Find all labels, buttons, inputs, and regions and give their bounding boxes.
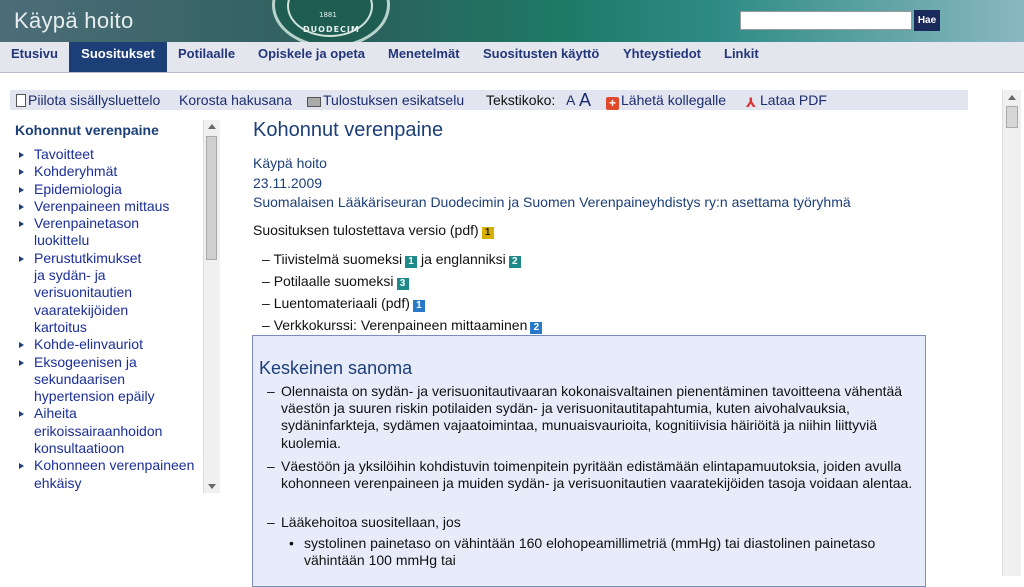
toc-item[interactable]: Perustutkimukset ja sydän- ja verisuonit… — [18, 250, 154, 336]
printer-icon — [307, 97, 321, 107]
bullet-dot: • — [289, 535, 294, 551]
header-banner: Käypä hoito 1881 DUODECIM Hae — [0, 0, 1024, 42]
summary-en-link[interactable]: ja englanniksi — [421, 251, 506, 267]
authors-text: Suomalaisen Lääkäriseuran Duodecimin ja … — [253, 194, 851, 210]
lecture-link[interactable]: Luentomateriaali (pdf) — [274, 295, 410, 311]
subbullet-text: systolinen painetaso on vähintään 160 el… — [304, 535, 876, 569]
patient-link-row: – Potilaalle suomeksi 3 — [262, 273, 409, 290]
toolbar: Piilota sisällysluettelo Korosta hakusan… — [10, 90, 968, 110]
nav-yhteystiedot[interactable]: Yhteystiedot — [623, 42, 701, 72]
nav-suositukset[interactable]: Suositukset — [69, 42, 167, 72]
patient-link[interactable]: Potilaalle suomeksi — [274, 273, 394, 289]
page-icon — [16, 94, 26, 107]
toc-item[interactable]: Aiheita erikoissairaanhoidon konsultaati… — [18, 405, 194, 457]
key-message-box: Keskeinen sanoma – Olennaista on sydän- j… — [252, 335, 926, 587]
download-label: Lataa PDF — [760, 92, 827, 108]
page-title: Kohonnut verenpaine — [253, 119, 444, 141]
site-logo[interactable]: Käypä hoito — [14, 8, 134, 34]
nav-potilaalle[interactable]: Potilaalle — [178, 42, 235, 72]
seal-name: DUODECIM — [303, 25, 360, 34]
nav-etusivu[interactable]: Etusivu — [0, 42, 69, 72]
summary-fi-link[interactable]: Tiivistelmä suomeksi — [273, 251, 402, 267]
toc-item[interactable]: Kohonneen verenpaineen ehkäisy — [18, 457, 199, 492]
lecture-link-row: – Luentomateriaali (pdf) 1 — [262, 295, 425, 312]
printable-label: Suosituksen tulostettava versio (pdf) — [253, 222, 479, 238]
list-dash: – — [267, 514, 275, 530]
summary-links: – Tiivistelmä suomeksi 1 ja englanniksi 2 — [262, 251, 521, 268]
key-message-title: Keskeinen sanoma — [259, 358, 413, 378]
summary-en-badge[interactable]: 2 — [508, 256, 521, 268]
text-size-large-button[interactable]: A — [579, 90, 591, 111]
date-text: 23.11.2009 — [253, 175, 323, 191]
course-badge[interactable]: 2 — [530, 322, 543, 334]
toc-item[interactable]: Eksogeenisen ja sekundaarisen hypertensi… — [18, 354, 174, 406]
hide-toc-link[interactable]: Piilota sisällysluettelo — [16, 92, 160, 108]
source-text: Käypä hoito — [253, 155, 327, 171]
scroll-down-icon[interactable] — [208, 484, 216, 489]
summary-fi-badge[interactable]: 1 — [405, 256, 418, 268]
page-scrollbar[interactable] — [1002, 90, 1021, 576]
duodecim-seal-logo: 1881 DUODECIM — [272, 0, 390, 42]
sidebar-scrollbar[interactable] — [203, 120, 220, 493]
text-size-small-button[interactable]: A — [566, 92, 575, 108]
plus-icon: + — [606, 97, 619, 110]
text-size-label: Tekstikoko: — [486, 92, 556, 108]
nav-suositusten-kaytto[interactable]: Suositusten käyttö — [483, 42, 599, 72]
search-input[interactable] — [740, 11, 912, 30]
sidebar-title: Kohonnut verenpaine — [15, 122, 159, 138]
search-button[interactable]: Hae — [914, 10, 940, 31]
scroll-up-icon[interactable] — [1008, 95, 1016, 100]
toc-item[interactable]: Verenpainetason luokittelu — [18, 215, 144, 250]
sidebar-toc: Tavoitteet Kohderyhmät Epidemiologia Ver… — [18, 146, 202, 492]
seal-year: 1881 — [319, 11, 337, 19]
key-message-bullet: – Lääkehoitoa suositellaan, jos — [267, 514, 921, 531]
toc-item[interactable]: Kohderyhmät — [18, 163, 202, 180]
list-dash: – — [267, 458, 275, 474]
list-dash: – — [262, 273, 274, 289]
course-link-row: – Verkkokurssi: Verenpaineen mittaaminen… — [262, 317, 543, 334]
toc-item[interactable]: Verenpaineen mittaus — [18, 198, 202, 215]
key-message-subbullet: • systolinen painetaso on vähintään 160 e… — [289, 535, 924, 569]
bullet-text: Olennaista on sydän- ja verisuonitautiva… — [281, 383, 903, 451]
send-label: Lähetä kollegalle — [621, 92, 727, 108]
lecture-badge[interactable]: 1 — [412, 300, 425, 312]
toc-item[interactable]: Tavoitteet — [18, 146, 202, 163]
list-dash: – — [262, 295, 274, 311]
toc-item[interactable]: Kohde-elinvauriot — [18, 336, 202, 353]
key-message-bullet: – Olennaista on sydän- ja verisuonitautiv… — [267, 383, 921, 452]
printable-badge[interactable]: 1 — [481, 227, 494, 239]
nav-opiskele-ja-opeta[interactable]: Opiskele ja opeta — [258, 42, 365, 72]
toc-item[interactable]: Epidemiologia — [18, 181, 202, 198]
bullet-text: Lääkehoitoa suositellaan, jos — [281, 514, 461, 530]
scroll-thumb[interactable] — [206, 136, 217, 260]
list-dash: – — [267, 383, 275, 399]
print-preview-link[interactable]: Tulostuksen esikatselu — [307, 92, 464, 108]
send-to-colleague-link[interactable]: + Lähetä kollegalle — [606, 92, 726, 110]
bullet-text: Väestöön ja yksilöihin kohdistuvin toime… — [281, 458, 913, 492]
highlight-link[interactable]: Korosta hakusana — [179, 92, 292, 108]
scroll-thumb[interactable] — [1006, 106, 1018, 128]
patient-badge[interactable]: 3 — [396, 278, 409, 290]
download-pdf-link[interactable]: ⅄ Lataa PDF — [746, 92, 827, 110]
key-message-bullet: – Väestöön ja yksilöihin kohdistuvin toim… — [267, 458, 921, 492]
nav-menetelmat[interactable]: Menetelmät — [388, 42, 460, 72]
list-dash: – — [262, 251, 274, 267]
main-nav: Etusivu Suositukset Potilaalle Opiskele … — [0, 42, 1024, 73]
nav-linkit[interactable]: Linkit — [724, 42, 759, 72]
pdf-icon: ⅄ — [746, 95, 756, 110]
list-dash: – — [262, 317, 274, 333]
printable-version-link[interactable]: Suosituksen tulostettava versio (pdf) 1 — [253, 222, 494, 239]
hide-toc-label: Piilota sisällysluettelo — [28, 92, 161, 108]
course-link[interactable]: Verkkokurssi: Verenpaineen mittaaminen — [274, 317, 528, 333]
scroll-up-icon[interactable] — [208, 124, 216, 129]
print-preview-label: Tulostuksen esikatselu — [323, 92, 465, 108]
